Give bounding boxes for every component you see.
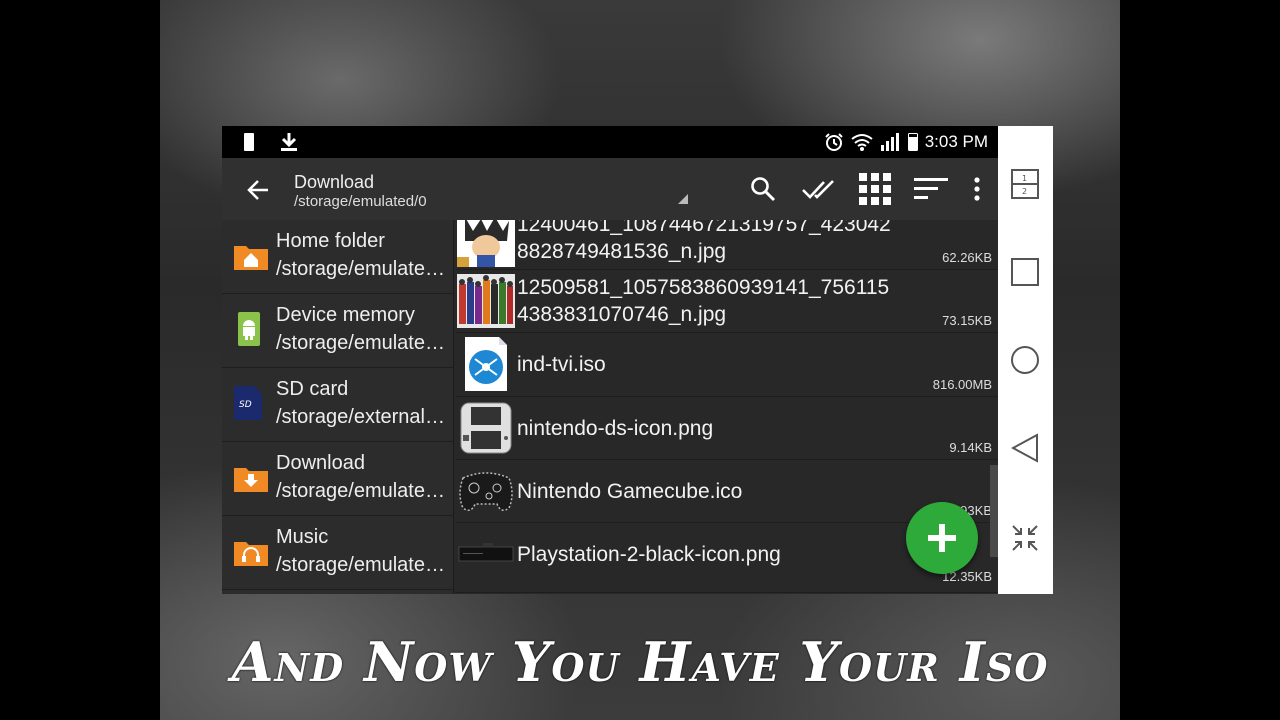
svg-text:SD: SD: [239, 400, 252, 410]
dbz-group-thumb: [457, 274, 515, 328]
sidebar-item-sd-card[interactable]: SD SD card /storage/external_SD: [222, 368, 453, 442]
gamecube-controller-thumb: [457, 464, 515, 518]
wifi-icon: [851, 132, 873, 152]
file-row[interactable]: 12400461_1087446721319757_423042 88287494…: [455, 220, 998, 270]
file-size: 73.15KB: [942, 313, 992, 328]
sidebar: Home folder /storage/emulated/0 Device m…: [222, 220, 454, 594]
alarm-icon: [823, 132, 845, 152]
home-folder-icon: [234, 242, 268, 272]
add-button[interactable]: [906, 502, 978, 574]
sd-card-icon: SD: [234, 386, 268, 420]
file-size: 62.26KB: [942, 250, 992, 265]
select-all-icon[interactable]: [802, 172, 836, 206]
video-frame: 3:03 PM Download /storage/emulated/0 Hom…: [160, 0, 1120, 720]
file-name: nintendo-ds-icon.png: [517, 417, 714, 440]
sidebar-item-path: /storage/emulated/0: [276, 258, 450, 280]
svg-text:2: 2: [1022, 187, 1027, 196]
folder-path[interactable]: /storage/emulated/0: [294, 193, 427, 210]
sidebar-item-music[interactable]: Music /storage/emulated/0/Music: [222, 516, 453, 590]
folder-title[interactable]: Download: [294, 172, 374, 193]
more-icon[interactable]: [970, 172, 984, 206]
file-row[interactable]: 12509581_1057583860939141_756115 43838310…: [455, 270, 998, 333]
sidebar-item-name: Music: [276, 526, 329, 548]
letterbox-right: [1120, 0, 1280, 720]
sidebar-item-name: Device memory: [276, 304, 415, 326]
file-row[interactable]: nintendo-ds-icon.png 9.14KB: [455, 397, 998, 460]
sidebar-item-path: /storage/emulated/0/Music: [276, 554, 450, 576]
sidebar-item-path: /storage/emulated/0: [276, 332, 450, 354]
sidebar-item-name: Download: [276, 452, 365, 474]
status-time: 3:03 PM: [924, 132, 988, 151]
download-folder-icon: [234, 464, 268, 494]
grid-view-icon[interactable]: [858, 172, 892, 206]
sort-icon[interactable]: [914, 172, 948, 206]
recents-square-icon[interactable]: [1009, 256, 1041, 288]
status-bar: 3:03 PM: [222, 126, 998, 158]
sidebar-item-path: /storage/emulated/0/Download: [276, 480, 450, 502]
download-icon: [278, 132, 300, 152]
battery-icon: [907, 132, 919, 152]
dropdown-icon[interactable]: [678, 194, 688, 204]
dbz-image-thumb: [457, 220, 515, 271]
navigation-bar: 12: [998, 126, 1053, 594]
sidebar-item-download[interactable]: Download /storage/emulated/0/Download: [222, 442, 453, 516]
android-icon: [234, 312, 268, 346]
file-size: 9.14KB: [949, 440, 992, 455]
dual-window-icon[interactable]: 12: [1009, 168, 1041, 200]
phone-screen: 3:03 PM Download /storage/emulated/0 Hom…: [222, 126, 998, 594]
letterbox-left: [0, 0, 160, 720]
file-size: 816.00MB: [932, 377, 992, 392]
nintendo-ds-thumb: [457, 401, 515, 455]
scrollbar[interactable]: [990, 465, 998, 557]
collapse-icon[interactable]: [1009, 522, 1041, 554]
battery-icon: [238, 132, 260, 152]
disc-image-icon: [457, 337, 515, 391]
back-arrow-icon[interactable]: [242, 174, 274, 206]
sidebar-item-device-memory[interactable]: Device memory /storage/emulated/0: [222, 294, 453, 368]
sidebar-item-name: Home folder: [276, 230, 385, 252]
file-name: 12509581_1057583860939141_756115 43838310…: [517, 276, 890, 326]
sidebar-item-path: /storage/external_SD: [276, 406, 450, 428]
file-name: Playstation-2-black-icon.png: [517, 543, 781, 566]
file-name: ind-tvi.iso: [517, 353, 606, 376]
home-circle-icon[interactable]: [1009, 344, 1041, 376]
video-caption: And Now You Have Your Iso: [231, 630, 1049, 694]
plus-icon: [928, 524, 956, 552]
svg-text:1: 1: [1022, 174, 1027, 183]
search-icon[interactable]: [746, 172, 780, 206]
sidebar-item-home-folder[interactable]: Home folder /storage/emulated/0: [222, 220, 453, 294]
sidebar-item-name: SD card: [276, 378, 349, 400]
file-name: Nintendo Gamecube.ico: [517, 480, 743, 503]
signal-icon: [879, 132, 901, 152]
music-folder-icon: [234, 538, 268, 568]
file-name: 12400461_1087446721319757_423042 88287494…: [517, 220, 891, 263]
app-toolbar: Download /storage/emulated/0: [222, 158, 998, 220]
ps2-console-thumb: [457, 527, 515, 581]
file-row[interactable]: ind-tvi.iso 816.00MB: [455, 333, 998, 397]
back-triangle-icon[interactable]: [1009, 432, 1041, 464]
